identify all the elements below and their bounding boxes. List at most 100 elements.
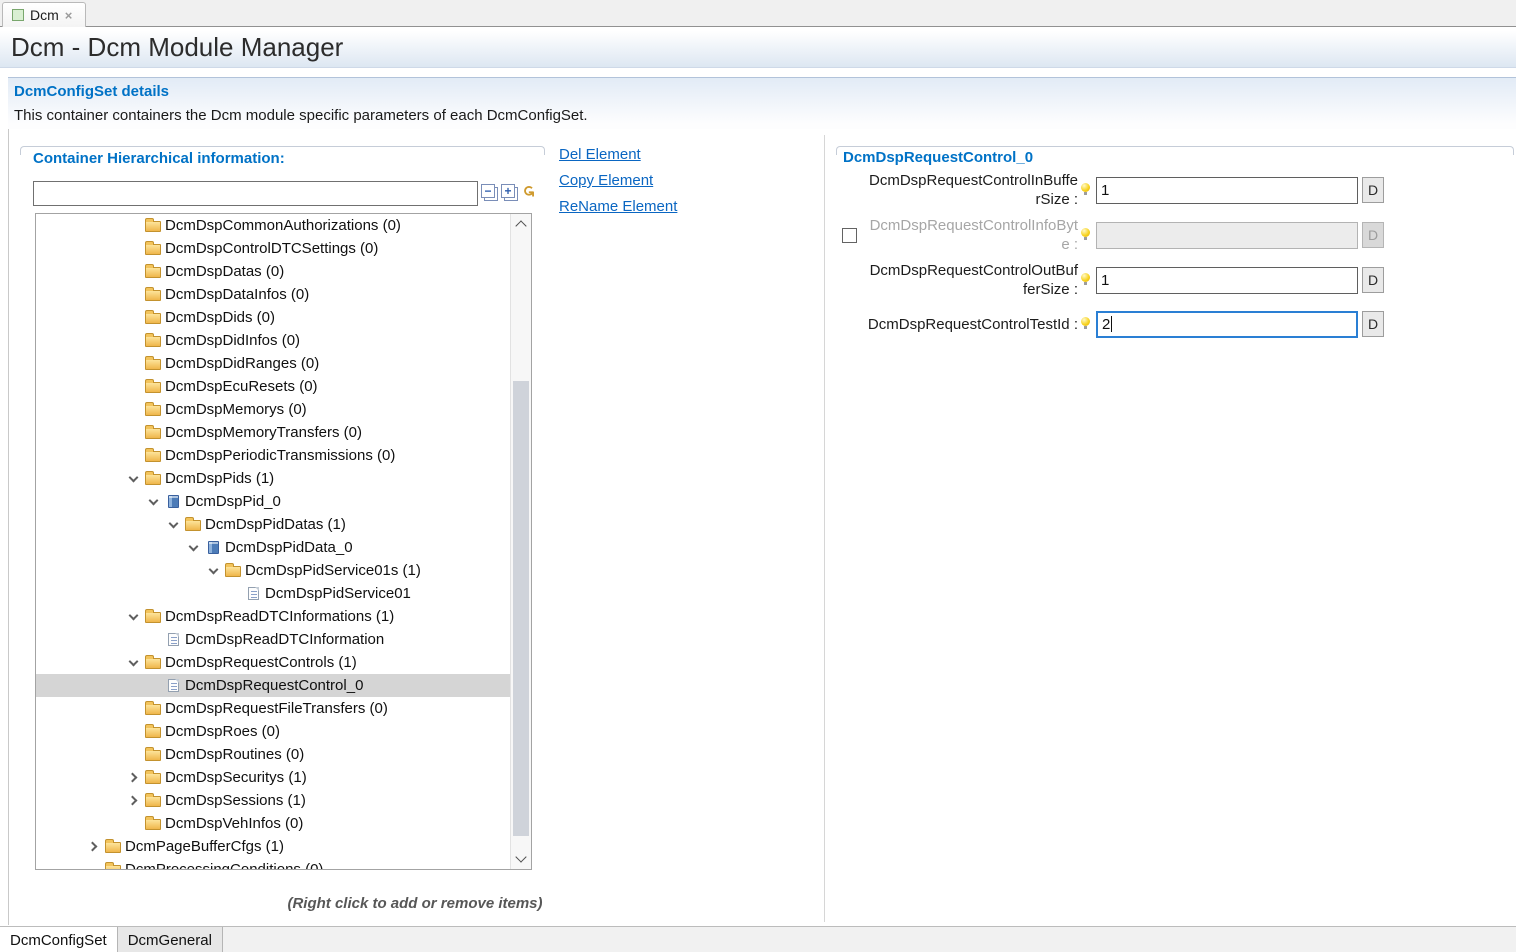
collapse-all-icon[interactable] [481,184,495,198]
parameter-label: DcmDspRequestControlInBufferSize : [866,171,1078,209]
tree-item[interactable]: DcmDspPidDatas (1) [36,513,511,536]
editor-tab-bar: Dcm × [0,0,1516,27]
tree-item[interactable]: DcmDspCommonAuthorizations (0) [36,214,511,237]
del-element-link[interactable]: Del Element [559,146,677,163]
tree-item-label: DcmDspSessions (1) [165,792,306,809]
tree-item[interactable]: DcmDspDataInfos (0) [36,283,511,306]
parameter-row: DcmDspRequestControlInfoByte : D [842,211,1402,259]
folder-icon [143,219,163,232]
scroll-up-icon[interactable] [515,220,526,231]
scroll-down-icon[interactable] [515,851,526,862]
expand-all-icon[interactable] [501,184,515,198]
tree-toolbar: ↺ [481,184,534,198]
tree-item[interactable]: DcmDspSessions (1) [36,789,511,812]
parameter-row: DcmDspRequestControlTestId : 2 D [842,300,1402,348]
context-menu-hint: (Right click to add or remove items) [20,895,810,912]
tree-expander[interactable] [183,546,203,550]
folder-icon [143,472,163,485]
folder-icon [143,725,163,738]
tree-item-label: DcmDspVehInfos (0) [165,815,303,832]
tree-item[interactable]: DcmDspPidData_0 [36,536,511,559]
tree-expander[interactable] [123,797,143,804]
lightbulb-icon [1079,272,1093,288]
default-value-button[interactable]: D [1362,267,1384,293]
tree-item[interactable]: DcmPageBufferCfgs (1) [36,835,511,858]
page-title: Dcm - Dcm Module Manager [11,32,343,63]
tree-expander[interactable] [123,615,143,619]
editor-tab-label: Dcm [30,7,59,23]
tree-item[interactable]: DcmDspDatas (0) [36,260,511,283]
tree-rows: DcmDspCommonAuthorizations (0) DcmDspCon… [36,214,511,870]
tree-scrollbar[interactable] [510,214,531,869]
tree-item[interactable]: DcmDspDidInfos (0) [36,329,511,352]
tree-item[interactable]: DcmDspSecuritys (1) [36,766,511,789]
section-header: DcmConfigSet details This container cont… [8,77,1516,129]
bottom-tab-dcmgeneral[interactable]: DcmGeneral [118,927,223,952]
tree-expander[interactable] [123,477,143,481]
tree-item[interactable]: DcmProcessingConditions (0) [36,858,511,870]
tree-expander[interactable] [203,569,223,573]
default-value-button[interactable]: D [1362,311,1384,337]
tree-item[interactable]: DcmDspPidService01s (1) [36,559,511,582]
parameter-enable-checkbox[interactable] [842,228,857,243]
tree-expander[interactable] [143,500,163,504]
tree-item-label: DcmDspDidRanges (0) [165,355,319,372]
folder-icon [143,771,163,784]
default-value-button[interactable]: D [1362,177,1384,203]
bottom-tab-dcmconfigset[interactable]: DcmConfigSet [0,927,118,952]
scrollbar-thumb[interactable] [513,381,529,836]
tree-item[interactable]: DcmDspDids (0) [36,306,511,329]
tree-item-label: DcmDspRoes (0) [165,723,280,740]
tree-item[interactable]: DcmDspRoes (0) [36,720,511,743]
folder-icon [143,242,163,255]
tree-item[interactable]: DcmDspDidRanges (0) [36,352,511,375]
tree-expander[interactable] [163,523,183,527]
tree-item[interactable]: DcmDspRequestControl_0 [36,674,511,697]
folder-icon [143,357,163,370]
parameter-input[interactable]: 1 [1096,267,1358,294]
default-value-button[interactable]: D [1362,222,1384,248]
tree-item-label: DcmDspPidService01 [265,585,411,602]
folder-icon [143,610,163,623]
copy-element-link[interactable]: Copy Element [559,172,677,189]
tree-item[interactable]: DcmDspPeriodicTransmissions (0) [36,444,511,467]
tree-item-label: DcmDspRequestControl_0 [185,677,363,694]
tree-item[interactable]: DcmDspPids (1) [36,467,511,490]
parameter-input[interactable]: 2 [1096,311,1358,338]
tree-item[interactable]: DcmDspControlDTCSettings (0) [36,237,511,260]
module-icon [12,9,24,21]
tree-item[interactable]: DcmDspMemoryTransfers (0) [36,421,511,444]
tree-item-label: DcmDspPidData_0 [225,539,353,556]
close-icon[interactable]: × [65,9,73,22]
dcm-module-manager-window: Dcm × Dcm - Dcm Module Manager DcmConfig… [0,0,1516,952]
sync-icon[interactable]: ↺ [520,185,534,198]
tree-item-label: DcmDspRequestFileTransfers (0) [165,700,388,717]
folder-icon [143,656,163,669]
panel-divider [824,135,825,922]
tree-item[interactable]: DcmDspPid_0 [36,490,511,513]
folder-icon [143,403,163,416]
tree-item[interactable]: DcmDspRequestControls (1) [36,651,511,674]
tree-item[interactable]: DcmDspEcuResets (0) [36,375,511,398]
tree-item[interactable]: DcmDspReadDTCInformations (1) [36,605,511,628]
doc-icon [163,633,183,646]
tree-filter-input[interactable] [33,181,478,206]
tree-item[interactable]: DcmDspRoutines (0) [36,743,511,766]
tree-item[interactable]: DcmDspVehInfos (0) [36,812,511,835]
book-icon [203,541,223,554]
tree-expander[interactable] [123,774,143,781]
tree-item[interactable]: DcmDspRequestFileTransfers (0) [36,697,511,720]
tree-expander[interactable] [83,843,103,850]
folder-icon [143,265,163,278]
tree-item-label: DcmProcessingConditions (0) [125,861,323,870]
tree-expander[interactable] [123,661,143,665]
tree-item[interactable]: DcmDspMemorys (0) [36,398,511,421]
parameter-input[interactable] [1096,222,1358,249]
rename-element-link[interactable]: ReName Element [559,198,677,215]
tree-item[interactable]: DcmDspPidService01 [36,582,511,605]
tree-item[interactable]: DcmDspReadDTCInformation [36,628,511,651]
editor-tab-dcm[interactable]: Dcm × [2,2,86,27]
folder-icon [103,863,123,870]
parameter-input[interactable]: 1 [1096,177,1358,204]
section-description: This container containers the Dcm module… [14,107,588,124]
